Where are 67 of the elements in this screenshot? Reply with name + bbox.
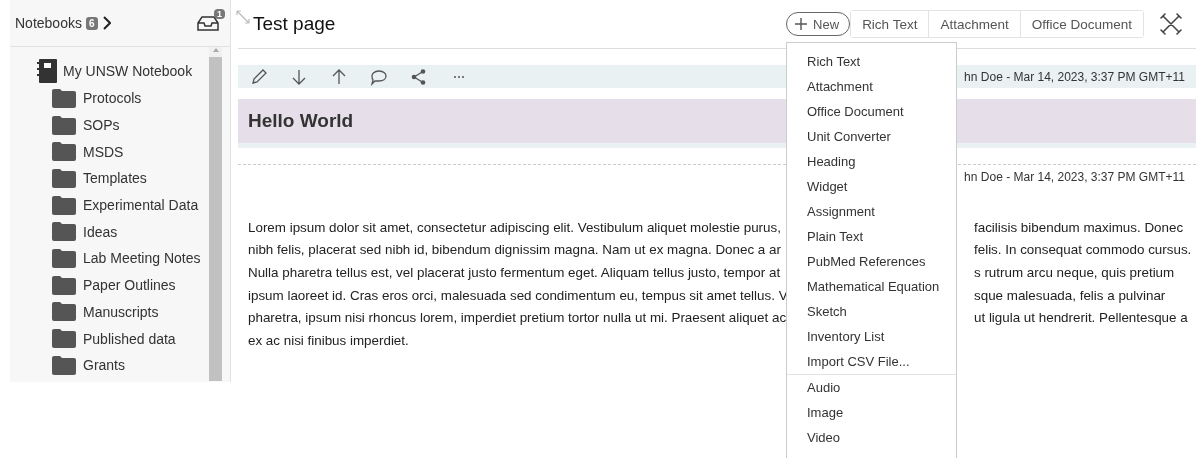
folder-icon	[52, 275, 76, 295]
folder-icon	[52, 142, 76, 162]
menu-item[interactable]: Heading	[787, 149, 956, 174]
new-button[interactable]: New	[786, 12, 851, 36]
chevron-right-icon[interactable]	[101, 16, 111, 30]
paragraph-text: nibh felis, placerat sed nibh id, bibendum dignissim magna. Nam ut ex magna. Donec a ar	[248, 242, 782, 258]
folder-icon	[52, 302, 76, 322]
menu-item[interactable]: Attachment	[787, 74, 956, 99]
folder-item[interactable]: Templates	[83, 170, 147, 187]
folder-item[interactable]: Ideas	[83, 223, 118, 240]
page-title: Test page	[253, 13, 336, 35]
menu-item[interactable]: Sketch	[787, 299, 956, 324]
paragraph-text: Lorem ipsum dolor sit amet, consectetur adipiscing elit. Vestibulum aliquet molestie purus,	[248, 219, 782, 235]
folder-item[interactable]: MSDS	[83, 143, 124, 160]
inbox-icon[interactable]	[197, 15, 219, 31]
menu-item[interactable]: Plain Text	[787, 224, 956, 249]
folder-item[interactable]: Published data	[83, 330, 176, 347]
folder-item[interactable]: Experimental Data	[83, 197, 199, 214]
scrollbar-thumb[interactable]	[209, 57, 222, 381]
menu-item[interactable]: Import CSV File...	[787, 349, 956, 374]
tools-icon[interactable]	[1160, 13, 1182, 35]
plus-icon	[795, 18, 808, 30]
notebooks-title[interactable]: Notebooks	[15, 15, 82, 31]
arrow-down-icon[interactable]	[290, 67, 308, 86]
quick-add-button[interactable]: Office Document	[1019, 11, 1143, 37]
entry-meta: hn Doe - Mar 14, 2023, 3:37 PM GMT+11	[964, 69, 1186, 84]
edit-icon[interactable]	[250, 67, 268, 86]
paragraph-text: sque malesuada, felis a pulvinar	[974, 287, 1167, 303]
folder-icon	[52, 248, 76, 268]
menu-item[interactable]: Inventory List	[787, 324, 956, 349]
paragraph-text: ex ac nisi finibus imperdiet.	[248, 332, 410, 348]
folder-icon	[52, 195, 76, 215]
folder-icon	[52, 222, 76, 242]
share-icon[interactable]	[410, 67, 428, 86]
menu-item[interactable]: Image	[787, 400, 956, 425]
inbox-badge: 1	[214, 9, 225, 19]
menu-item[interactable]: Office Document	[787, 99, 956, 124]
menu-item[interactable]: Assignment	[787, 199, 956, 224]
paragraph-text: facilisis bibendum maximus. Donec	[974, 219, 1185, 235]
paragraph-text: pharetra, ipsum nisi rhoncus lorem, imperdiet pretium tortor nulla ut mi. Praesent aliquet ac	[248, 310, 788, 326]
arrow-up-icon[interactable]	[330, 67, 348, 86]
folder-icon	[52, 115, 76, 135]
paragraph-text: s rutrum arcu neque, quis pretium	[974, 265, 1176, 280]
menu-item[interactable]: Audio	[787, 375, 956, 400]
folder-item[interactable]: SOPs	[83, 117, 120, 134]
comment-icon[interactable]	[370, 67, 388, 86]
folder-icon	[52, 88, 76, 108]
folder-icon	[52, 329, 76, 349]
folder-item[interactable]: Paper Outlines	[83, 277, 176, 294]
menu-item[interactable]: Rich Text	[787, 49, 956, 74]
paragraph-text: felis. In consequat commodo cursus.	[974, 242, 1193, 258]
paragraph-text: Nulla pharetra tellus est, vel placerat justo fermentum eget. Aliquam tellus justo, tempor at	[248, 265, 782, 280]
entry-meta: hn Doe - Mar 14, 2023, 3:37 PM GMT+11	[964, 169, 1186, 184]
folder-item[interactable]: Protocols	[83, 90, 142, 107]
menu-item[interactable]: PubMed References	[787, 249, 956, 274]
folder-icon	[52, 168, 76, 188]
notebook-count: 6	[85, 16, 98, 30]
menu-item[interactable]: Widget	[787, 174, 956, 199]
folder-icon	[52, 355, 76, 375]
menu-item[interactable]: Video	[787, 425, 956, 450]
folder-item[interactable]: Manuscripts	[83, 303, 159, 320]
paragraph-text: ut ligula ut hendrerit. Pellentesque a	[974, 310, 1189, 326]
folder-item[interactable]: Lab Meeting Notes	[83, 250, 201, 267]
menu-item[interactable]: Mathematical Equation	[787, 274, 956, 299]
notebook-icon	[37, 59, 57, 83]
folder-item[interactable]: Grants	[83, 357, 125, 374]
notebook-item[interactable]: My UNSW Notebook	[63, 63, 193, 79]
